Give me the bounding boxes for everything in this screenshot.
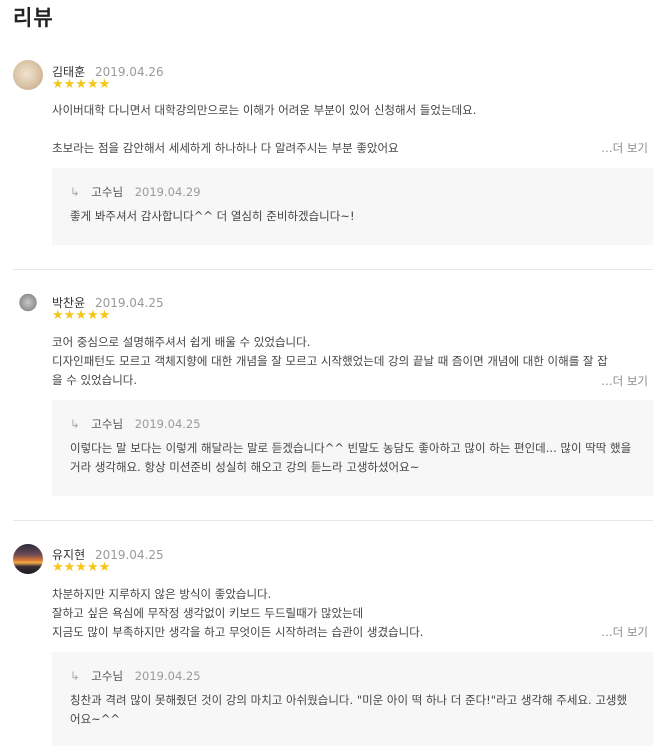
more-button[interactable]: …더 보기 xyxy=(601,624,648,640)
reply-text: 좋게 봐주셔서 감사합니다^^ 더 열심히 준비하겠습니다~! xyxy=(70,209,355,223)
instructor-reply: ↳ 고수님 2019.04.25 칭찬과 격려 많이 못해줬던 것이 강의 마치… xyxy=(52,652,653,746)
avatar[interactable] xyxy=(13,292,43,322)
reply-date: 2019.04.25 xyxy=(134,669,201,683)
review-text-line xyxy=(52,120,642,139)
star-rating: ★★★★★ xyxy=(52,77,111,92)
reply-arrow-icon: ↳ xyxy=(70,417,80,431)
avatar[interactable] xyxy=(13,60,43,90)
review-body: 코어 중심으로 설명해주셔서 쉽게 배울 수 있었습니다. 디자인패턴도 모르고… xyxy=(52,333,642,390)
review-text-line: 지금도 많이 부족하지만 생각을 하고 무엇이든 시작하려는 습관이 생겼습니다… xyxy=(52,625,424,639)
reply-date: 2019.04.25 xyxy=(134,417,201,431)
more-button[interactable]: …더 보기 xyxy=(601,373,648,389)
instructor-reply: ↳ 고수님 2019.04.29 좋게 봐주셔서 감사합니다^^ 더 열심히 준… xyxy=(52,168,653,245)
review-body: 사이버대학 다니면서 대학강의만으로는 이해가 어려운 부분이 있어 신청해서 … xyxy=(52,101,642,158)
reply-date: 2019.04.29 xyxy=(134,185,201,199)
reply-header: ↳ 고수님 2019.04.29 xyxy=(70,184,201,200)
divider xyxy=(13,269,653,270)
reply-author: 고수님 xyxy=(91,417,124,431)
review-text-line: 초보라는 점을 감안해서 세세하게 하나하나 다 알려주시는 부분 좋았어요 xyxy=(52,141,399,155)
review-text-line: 디자인패턴도 모르고 객체지향에 대한 개념을 잘 모르고 시작했었는데 강의 … xyxy=(52,354,608,387)
review-text-line: 사이버대학 다니면서 대학강의만으로는 이해가 어려운 부분이 있어 신청해서 … xyxy=(52,103,477,117)
reply-author: 고수님 xyxy=(91,669,124,683)
page-title: 리뷰 xyxy=(13,6,54,30)
instructor-reply: ↳ 고수님 2019.04.25 이렇다는 말 보다는 이렇게 해달라는 말로 … xyxy=(52,400,653,496)
star-rating: ★★★★★ xyxy=(52,308,111,323)
divider xyxy=(13,520,653,521)
reply-header: ↳ 고수님 2019.04.25 xyxy=(70,668,201,684)
review-body: 차분하지만 지루하지 않은 방식이 좋았습니다. 잘하고 싶은 욕심에 무작정 … xyxy=(52,585,642,642)
reply-arrow-icon: ↳ xyxy=(70,669,80,683)
more-button[interactable]: …더 보기 xyxy=(601,140,648,156)
star-rating: ★★★★★ xyxy=(52,560,111,575)
reply-arrow-icon: ↳ xyxy=(70,185,80,199)
review-text-line: 코어 중심으로 설명해주셔서 쉽게 배울 수 있었습니다. xyxy=(52,335,311,349)
reply-text: 칭찬과 격려 많이 못해줬던 것이 강의 마치고 아쉬웠습니다. "미운 아이 … xyxy=(70,693,628,726)
avatar[interactable] xyxy=(13,544,43,574)
review-text-line: 잘하고 싶은 욕심에 무작정 생각없이 키보드 두드릴때가 많았는데 xyxy=(52,606,364,620)
reply-header: ↳ 고수님 2019.04.25 xyxy=(70,416,201,432)
review-text-line: 차분하지만 지루하지 않은 방식이 좋았습니다. xyxy=(52,587,272,601)
reply-author: 고수님 xyxy=(91,185,124,199)
reply-text: 이렇다는 말 보다는 이렇게 해달라는 말로 듣겠습니다^^ 빈말도 농담도 좋… xyxy=(70,441,632,474)
